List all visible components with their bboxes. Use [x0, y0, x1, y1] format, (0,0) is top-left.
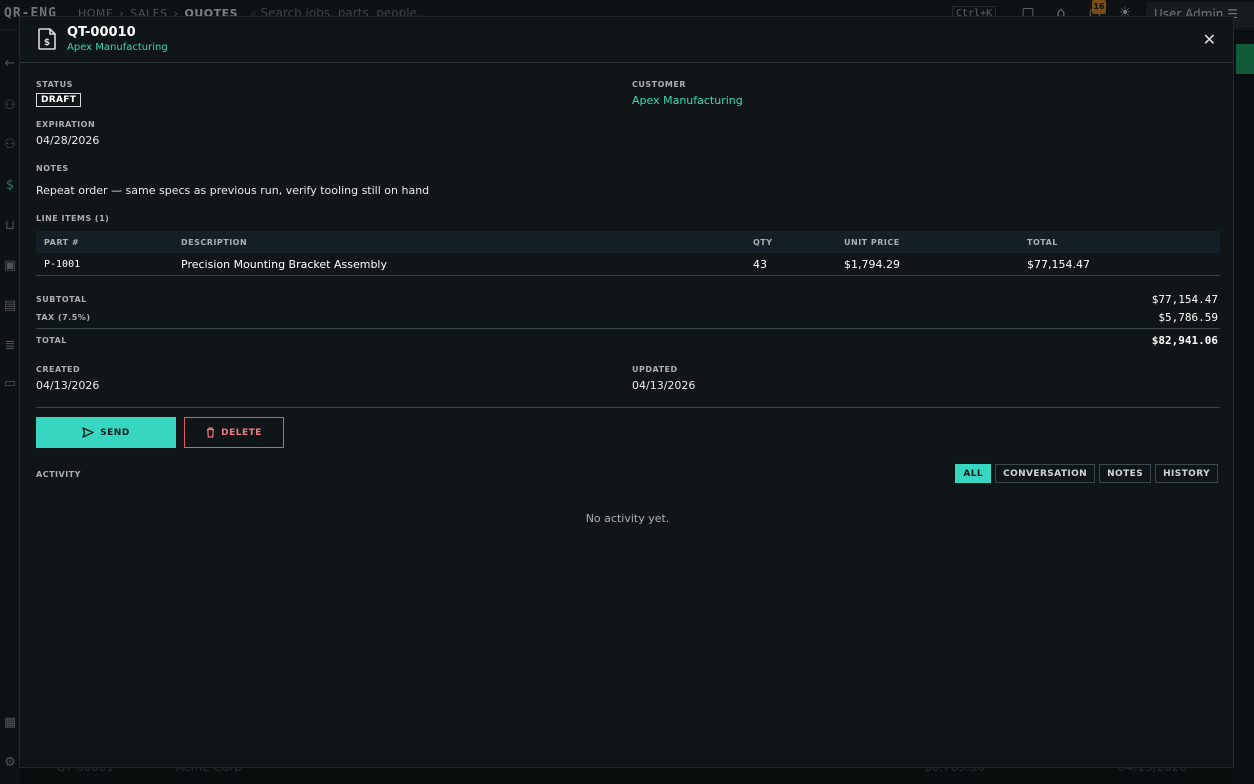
status-badge: DRAFT [36, 93, 82, 107]
col-unit-price: UNIT PRICE [844, 238, 900, 247]
subtotal-label: SUBTOTAL [36, 295, 87, 304]
cell-unit-price: $1,794.29 [844, 258, 900, 271]
tab-notes[interactable]: NOTES [1099, 464, 1152, 483]
tab-conversation[interactable]: CONVERSATION [995, 464, 1096, 483]
notes-value: Repeat order — same specs as previous ru… [36, 184, 430, 197]
expiration-label: EXPIRATION [36, 120, 96, 129]
customer-label: CUSTOMER [632, 80, 686, 89]
tax-label: TAX (7.5%) [36, 313, 91, 322]
status-label: STATUS [36, 80, 73, 89]
modal-header: $ QT-00010 Apex Manufacturing ✕ [20, 17, 1233, 63]
trash-icon [207, 427, 215, 438]
actions-divider [36, 407, 1220, 408]
line-items-label: LINE ITEMS (1) [36, 214, 110, 223]
col-part: PART # [44, 238, 80, 247]
modal-title: QT-00010 [67, 25, 136, 40]
send-button[interactable]: SEND [36, 417, 176, 448]
notes-label: NOTES [36, 164, 69, 173]
modal-subtitle-customer-link[interactable]: Apex Manufacturing [67, 42, 168, 53]
close-icon[interactable]: ✕ [1203, 30, 1216, 49]
created-label: CREATED [36, 365, 81, 374]
cell-part: P-1001 [44, 259, 81, 270]
updated-label: UPDATED [632, 365, 678, 374]
quote-detail-modal: $ QT-00010 Apex Manufacturing ✕ STATUS D… [19, 16, 1234, 768]
customer-link[interactable]: Apex Manufacturing [632, 94, 743, 107]
expiration-value: 04/28/2026 [36, 134, 100, 147]
activity-tabs: ALL CONVERSATION NOTES HISTORY [955, 464, 1218, 483]
table-row: P-1001 Precision Mounting Bracket Assemb… [36, 253, 1220, 276]
subtotal-value: $77,154.47 [1151, 293, 1218, 306]
table-header: PART # DESCRIPTION QTY UNIT PRICE TOTAL [36, 231, 1220, 253]
cell-qty: 43 [753, 258, 767, 271]
total-divider [36, 328, 1220, 329]
tab-history[interactable]: HISTORY [1155, 464, 1218, 483]
total-value: $82,941.06 [1151, 334, 1218, 347]
total-label: TOTAL [36, 336, 67, 345]
empty-activity-message: No activity yet. [585, 512, 670, 525]
send-icon [82, 427, 94, 438]
tax-value: $5,786.59 [1158, 311, 1218, 324]
cell-total: $77,154.47 [1027, 258, 1090, 271]
col-description: DESCRIPTION [181, 238, 248, 247]
tab-all[interactable]: ALL [955, 464, 992, 483]
updated-value: 04/13/2026 [632, 379, 696, 392]
document-dollar-icon: $ [38, 28, 56, 50]
created-value: 04/13/2026 [36, 379, 100, 392]
svg-text:$: $ [44, 38, 50, 48]
cell-description: Precision Mounting Bracket Assembly [181, 258, 387, 271]
col-total: TOTAL [1027, 238, 1058, 247]
delete-button[interactable]: DELETE [184, 417, 284, 448]
activity-label: ACTIVITY [36, 470, 81, 479]
line-items-table: PART # DESCRIPTION QTY UNIT PRICE TOTAL … [36, 231, 1220, 276]
col-qty: QTY [753, 238, 773, 247]
